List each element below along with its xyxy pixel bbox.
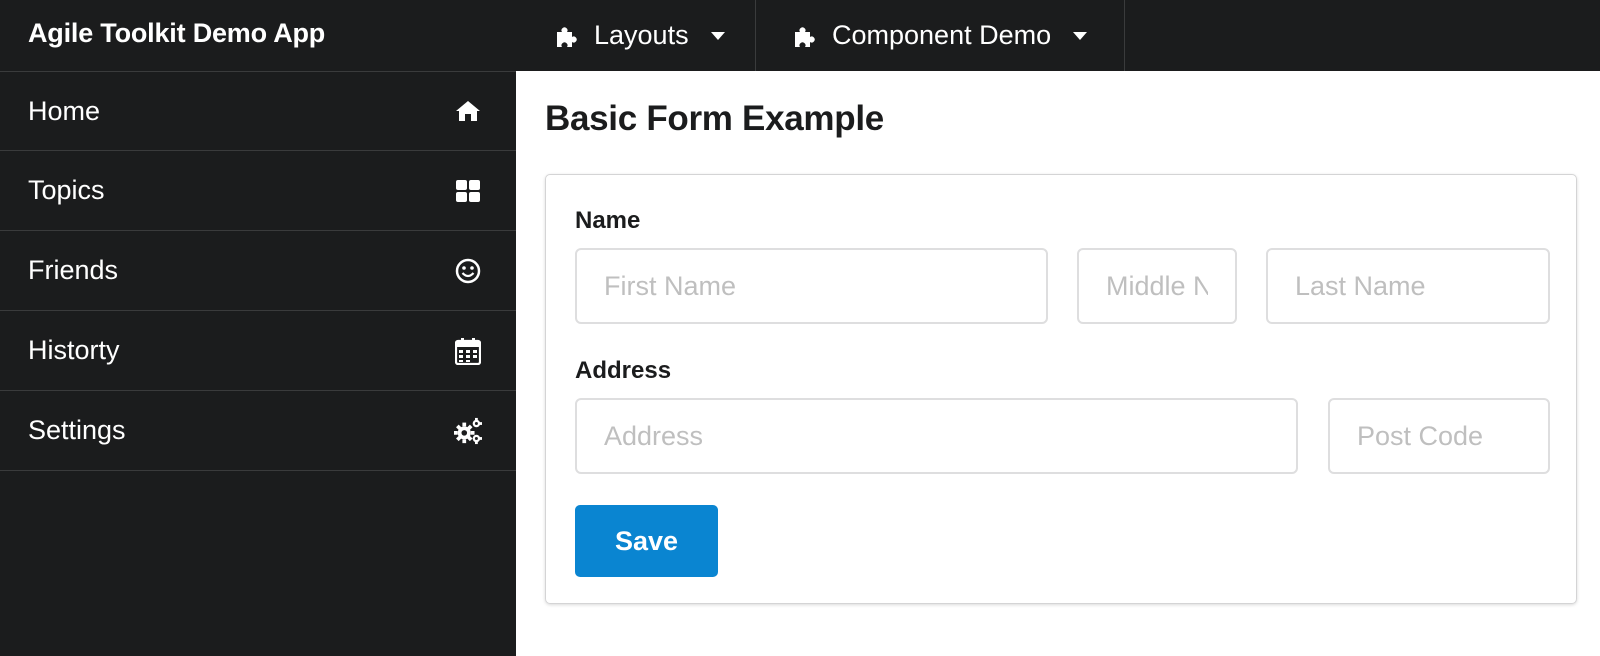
address-label: Address [575,357,672,384]
smile-icon [454,257,482,285]
sidebar-item-settings[interactable]: Settings [0,391,516,471]
top-navbar: Agile Toolkit Demo App Layouts Component… [0,0,1600,71]
middle-name-input[interactable] [1077,248,1237,324]
home-icon [454,97,482,125]
menu-layouts-label: Layouts [594,20,689,50]
chevron-down-icon [710,31,725,40]
last-name-input[interactable] [1266,248,1550,324]
puzzle-icon [552,21,582,51]
post-code-input[interactable] [1328,398,1550,474]
puzzle-icon [790,21,820,51]
page-title: Basic Form Example [545,99,884,138]
sidebar-item-label: Home [28,95,101,126]
sidebar-item-label: Historty [28,335,120,365]
sidebar-item-topics[interactable]: Topics [0,151,516,231]
sidebar-item-label: Friends [28,255,119,285]
basic-form: Name Address Save [545,174,1577,604]
cogs-icon [454,417,482,445]
main-content: Basic Form Example Name Address Save [516,71,1600,656]
sidebar-item-label: Settings [28,415,126,445]
menu-layouts[interactable]: Layouts [521,0,756,71]
grid-icon [454,177,482,205]
chevron-down-icon [1073,31,1088,40]
menu-component-demo[interactable]: Component Demo [756,0,1125,71]
first-name-input[interactable] [575,248,1048,324]
sidebar-item-label: Topics [28,175,105,205]
sidebar: Home Topics Friends Historty Settings [0,71,516,656]
address-input[interactable] [575,398,1298,474]
app-title[interactable]: Agile Toolkit Demo App [28,0,325,71]
sidebar-item-friends[interactable]: Friends [0,231,516,311]
calendar-icon [454,337,482,365]
save-button[interactable]: Save [575,505,718,577]
name-label: Name [575,207,641,234]
menu-component-demo-label: Component Demo [832,20,1052,50]
sidebar-item-history[interactable]: Historty [0,311,516,391]
sidebar-item-home[interactable]: Home [0,71,516,151]
